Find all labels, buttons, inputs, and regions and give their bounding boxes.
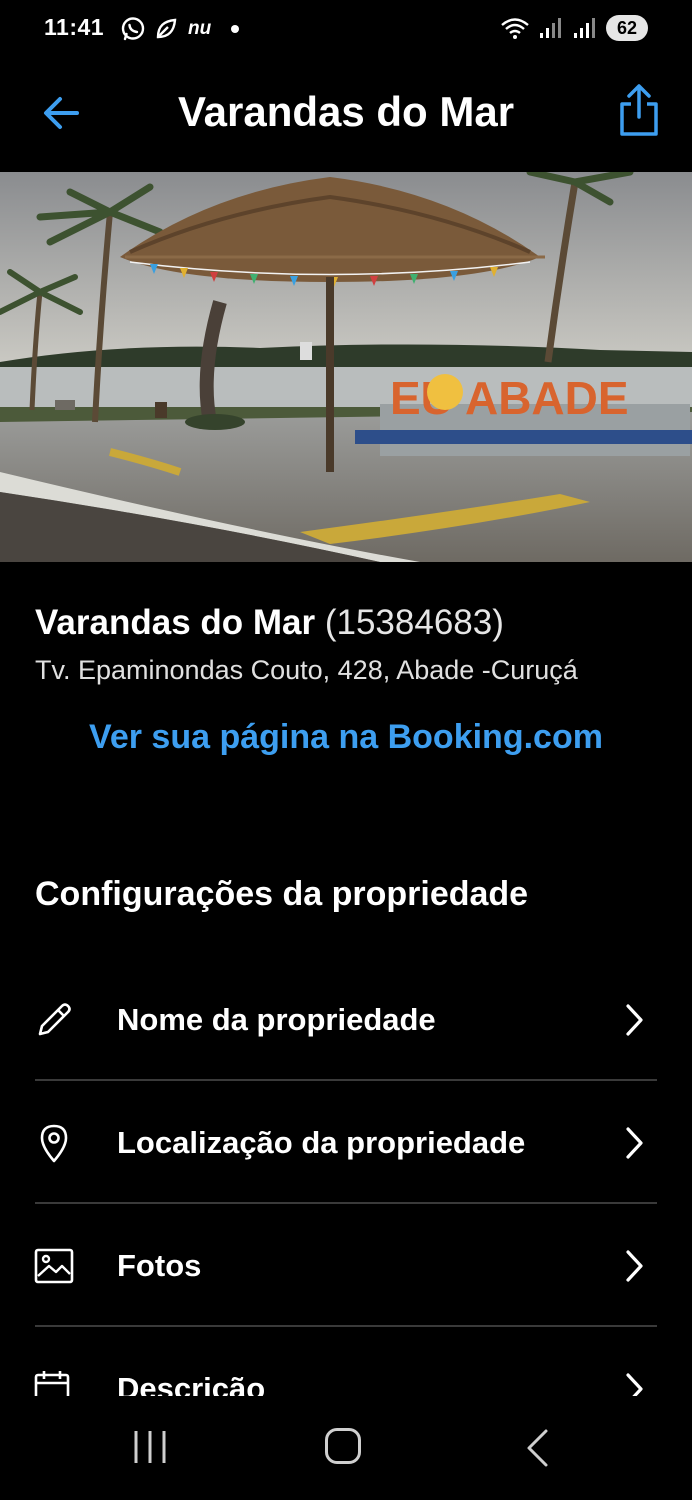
settings-item-label: Localização da propriedade [117,1125,526,1160]
page-title: Varandas do Mar [177,88,515,135]
settings-item-label: Descrição [117,1371,266,1396]
battery-indicator: 62 [606,15,648,41]
property-name: Varandas do Mar [35,603,316,642]
wifi-icon [501,18,529,39]
photo-icon [34,1248,74,1284]
property-id: (15384683) [324,603,504,642]
sign-text: EU ABADE [390,372,629,424]
settings-item-label: Fotos [117,1248,202,1283]
system-nav-bar [0,1396,692,1500]
chevron-right-icon [626,1373,643,1396]
pencil-icon [38,1003,71,1036]
property-photo: EU ABADE [0,172,692,562]
settings-item-photos[interactable]: Fotos [0,1204,692,1327]
status-bar: 11:41 nu 62 [0,0,692,58]
chevron-right-icon [626,1250,643,1282]
signal-icon [540,18,561,38]
status-notification-icons: nu [120,16,240,42]
chevron-right-icon [626,1127,643,1159]
back-arrow-icon [44,97,79,129]
back-icon[interactable] [524,1428,550,1468]
app-header: Varandas do Mar [0,58,692,172]
share-button[interactable] [614,80,664,140]
settings-item-description[interactable]: Descrição [0,1327,692,1396]
section-heading: Configurações da propriedade [35,875,529,913]
signal-icon [574,18,595,38]
notification-dot [231,25,240,33]
settings-item-label: Nome da propriedade [117,1002,436,1037]
property-name-line: Varandas do Mar (15384683) [35,603,504,643]
back-button[interactable] [36,88,86,138]
whatsapp-icon [121,17,145,41]
status-time: 11:41 [44,14,105,40]
calendar-edit-icon [34,1371,70,1396]
home-icon[interactable] [325,1428,361,1464]
recent-apps-icon[interactable] [130,1429,170,1465]
status-system-icons: 62 [500,15,648,41]
nu-icon: nu [188,18,212,39]
settings-item-property-name[interactable]: Nome da propriedade [0,958,692,1081]
settings-list: Nome da propriedade Localização da propr… [0,958,692,1396]
chevron-right-icon [626,1004,643,1036]
booking-page-link[interactable]: Ver sua página na Booking.com [0,718,692,757]
share-icon [620,84,658,136]
settings-item-location[interactable]: Localização da propriedade [0,1081,692,1204]
leaf-icon [156,18,177,39]
property-address: Tv. Epaminondas Couto, 428, Abade -Curuç… [35,655,578,685]
location-pin-icon [40,1124,68,1163]
